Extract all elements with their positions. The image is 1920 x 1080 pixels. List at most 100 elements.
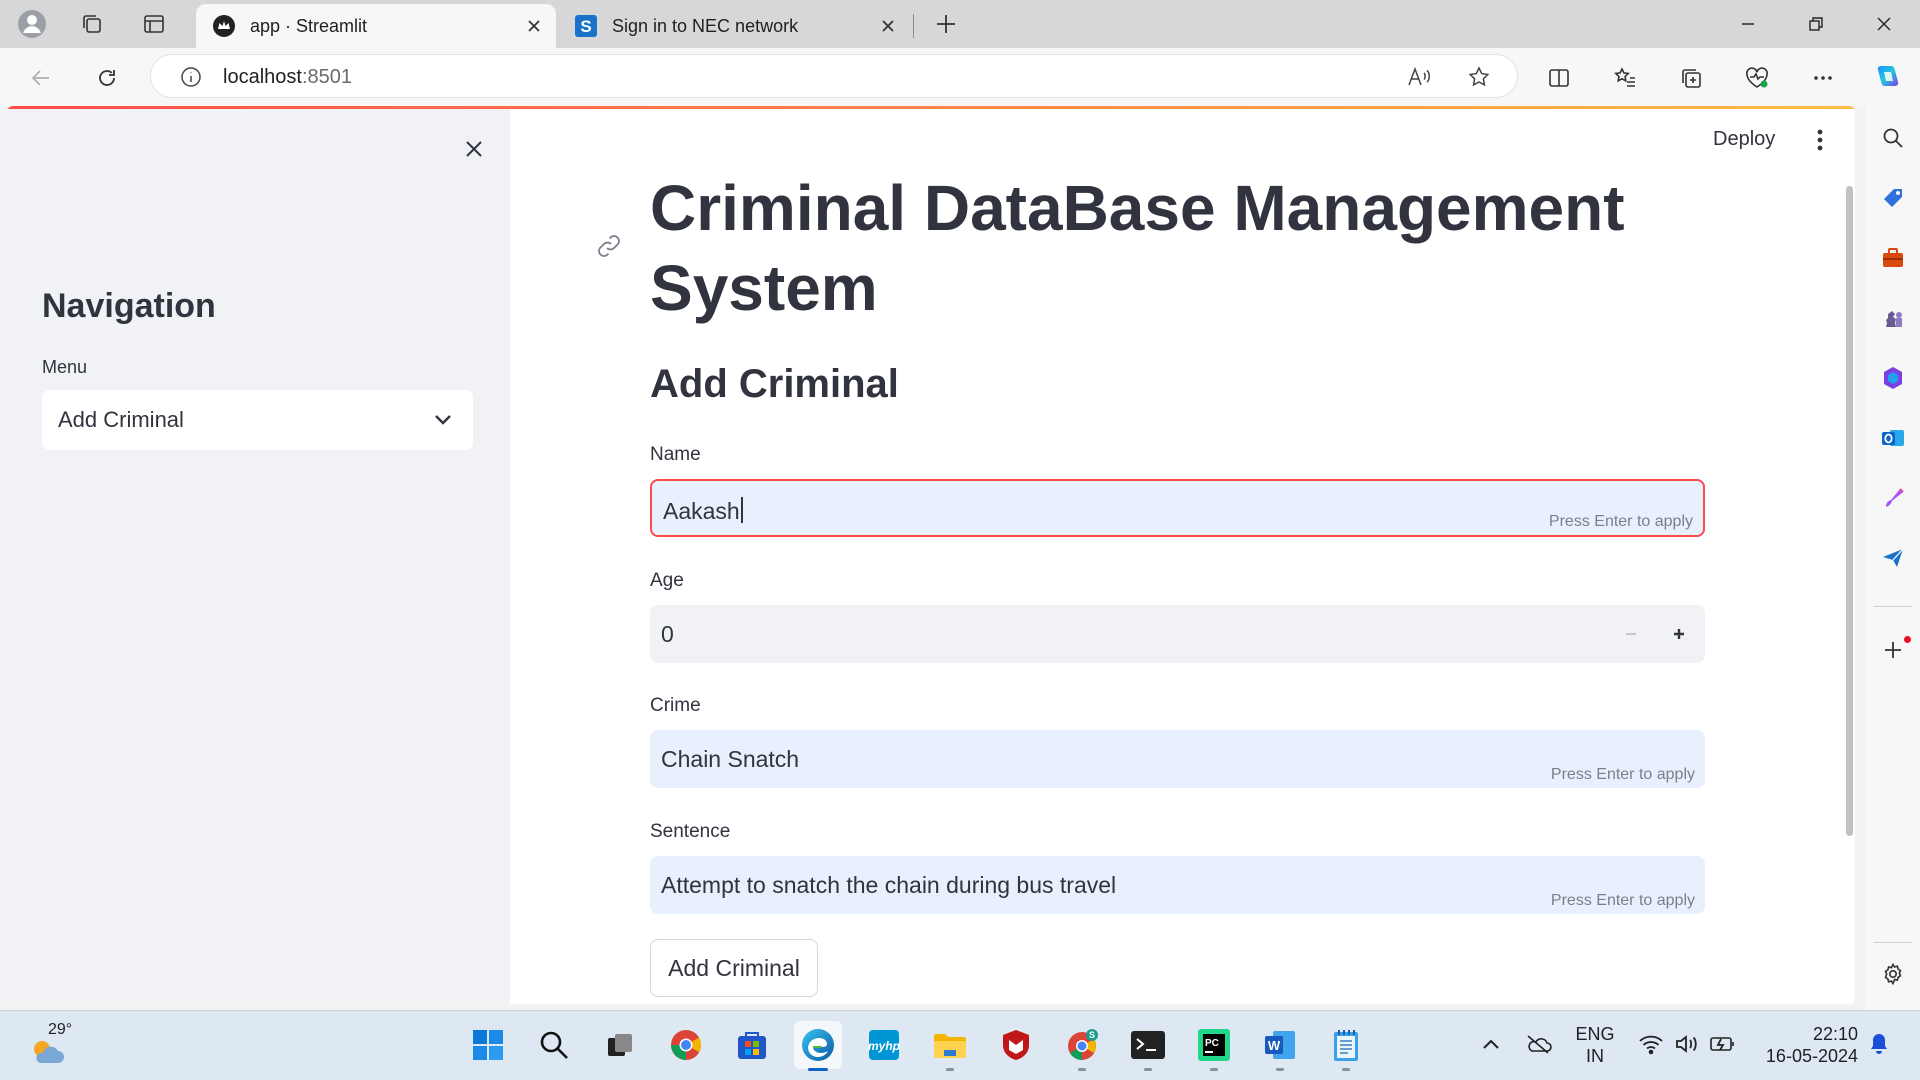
refresh-icon[interactable]: [88, 59, 126, 97]
site-info-icon[interactable]: [173, 59, 209, 95]
running-app-indicator: [946, 1068, 954, 1071]
region-code: IN: [1586, 1046, 1604, 1066]
deploy-button[interactable]: Deploy: [1707, 124, 1781, 155]
link-anchor-icon[interactable]: [593, 230, 625, 262]
sentence-input-value: Attempt to snatch the chain during bus t…: [661, 872, 1117, 898]
word-icon[interactable]: W: [1256, 1021, 1304, 1071]
back-arrow-icon[interactable]: [22, 59, 60, 97]
increment-plus-icon[interactable]: [1664, 619, 1694, 649]
search-icon[interactable]: [1877, 122, 1909, 154]
windows-taskbar: 29° myhp S PC W ENG IN 22:10 16-05-2024: [0, 1010, 1920, 1080]
settings-gear-icon[interactable]: [1877, 958, 1909, 990]
url-port: :8501: [301, 66, 352, 88]
show-hidden-icons-chevron-up-icon[interactable]: [1476, 1029, 1506, 1059]
clock[interactable]: 22:10 16-05-2024: [1748, 1023, 1858, 1067]
sidebar-separator: [1874, 606, 1912, 607]
shopping-tag-icon[interactable]: [1877, 182, 1909, 214]
running-app-indicator: [1144, 1068, 1152, 1071]
task-view-icon[interactable]: [596, 1021, 644, 1069]
svg-text:S: S: [580, 17, 591, 36]
add-criminal-button[interactable]: Add Criminal: [650, 939, 818, 997]
close-tab-icon[interactable]: [876, 14, 900, 38]
page-title: Criminal DataBase Management System: [650, 172, 1625, 324]
crime-input[interactable]: Chain Snatch Press Enter to apply: [650, 730, 1705, 788]
svg-text:W: W: [1268, 1038, 1281, 1053]
running-app-indicator: [1078, 1068, 1086, 1071]
battery-charging-icon[interactable]: [1708, 1029, 1738, 1059]
weather-temperature: 29°: [48, 1021, 73, 1038]
collections-icon[interactable]: [74, 6, 110, 42]
tools-briefcase-icon[interactable]: [1877, 242, 1909, 274]
page-viewport: Navigation Menu Add Criminal Deploy Crim…: [7, 106, 1855, 1004]
running-app-indicator: [1276, 1068, 1284, 1071]
edge-browser-icon[interactable]: [794, 1021, 842, 1071]
vertical-tabs-icon[interactable]: [136, 6, 172, 42]
new-tab-icon[interactable]: [928, 6, 964, 42]
sentence-input[interactable]: Attempt to snatch the chain during bus t…: [650, 856, 1705, 914]
page-scrollbar[interactable]: [1846, 186, 1853, 836]
close-sidebar-icon[interactable]: [458, 133, 490, 165]
browser-essentials-icon[interactable]: [1738, 59, 1776, 97]
file-explorer-icon[interactable]: [926, 1021, 974, 1071]
browser-toolbar: localhost:8501: [0, 48, 1920, 106]
designer-icon[interactable]: [1877, 482, 1909, 514]
pycharm-icon[interactable]: PC: [1190, 1021, 1238, 1071]
wifi-icon[interactable]: [1636, 1029, 1666, 1059]
nec-s-logo-icon: S: [574, 14, 598, 38]
notification-dot: [1904, 636, 1911, 643]
tab-separator: [913, 14, 914, 38]
microsoft-store-icon[interactable]: [728, 1021, 776, 1069]
games-chess-icon[interactable]: [1877, 302, 1909, 334]
svg-text:PC: PC: [1205, 1038, 1219, 1049]
address-bar[interactable]: localhost:8501: [150, 54, 1518, 98]
notepad-icon[interactable]: [1322, 1021, 1370, 1071]
copilot-icon[interactable]: [1868, 59, 1906, 97]
age-number-input[interactable]: 0: [650, 605, 1705, 663]
tab-nec-signin[interactable]: S Sign in to NEC network: [558, 4, 910, 48]
svg-text:myhp: myhp: [868, 1039, 900, 1053]
more-options-icon[interactable]: [1804, 59, 1842, 97]
split-screen-icon[interactable]: [1540, 59, 1578, 97]
favorite-star-icon[interactable]: [1461, 59, 1497, 95]
outlook-icon[interactable]: [1877, 422, 1909, 454]
chrome-profile-icon[interactable]: S: [1058, 1021, 1106, 1071]
streamlit-crown-icon: [212, 14, 236, 38]
minimize-icon[interactable]: [1714, 0, 1782, 48]
close-tab-icon[interactable]: [522, 14, 546, 38]
url-host: localhost: [223, 66, 302, 88]
myhp-icon[interactable]: myhp: [860, 1021, 908, 1069]
crime-input-hint: Press Enter to apply: [1550, 766, 1695, 783]
edge-sidebar: [1866, 106, 1920, 1010]
running-app-indicator: [1210, 1068, 1218, 1071]
name-input-hint: Press Enter to apply: [1548, 513, 1693, 530]
browser-tab-bar: app · Streamlit S Sign in to NEC network: [0, 0, 1920, 48]
notifications-bell-icon[interactable]: [1864, 1029, 1894, 1059]
age-label: Age: [650, 570, 684, 591]
onedrive-offline-icon[interactable]: [1524, 1029, 1554, 1059]
language-code: ENG: [1575, 1024, 1615, 1044]
send-plane-icon[interactable]: [1877, 542, 1909, 574]
read-aloud-icon[interactable]: [1401, 59, 1437, 95]
tab-streamlit-app[interactable]: app · Streamlit: [196, 4, 556, 48]
weather-widget[interactable]: 29°: [26, 1019, 96, 1069]
text-caret: [740, 497, 743, 523]
menu-select[interactable]: Add Criminal: [42, 390, 473, 450]
language-indicator[interactable]: ENG IN: [1572, 1023, 1618, 1067]
microsoft-365-icon[interactable]: [1877, 362, 1909, 394]
collections-add-icon[interactable]: [1672, 59, 1710, 97]
window-close-icon[interactable]: [1850, 0, 1918, 48]
start-windows-icon[interactable]: [464, 1021, 512, 1069]
name-label: Name: [650, 444, 701, 465]
name-input[interactable]: Aakash Press Enter to apply: [650, 479, 1705, 537]
mcafee-icon[interactable]: [992, 1021, 1040, 1069]
taskbar-search-icon[interactable]: [530, 1021, 578, 1069]
profile-icon[interactable]: [14, 6, 50, 42]
chrome-icon[interactable]: [662, 1021, 710, 1069]
volume-icon[interactable]: [1672, 1029, 1702, 1059]
favorites-list-icon[interactable]: [1606, 59, 1644, 97]
decrement-minus-icon[interactable]: [1616, 619, 1646, 649]
name-input-value: Aakash: [663, 498, 740, 524]
restore-icon[interactable]: [1782, 0, 1850, 48]
terminal-icon[interactable]: [1124, 1021, 1172, 1071]
main-menu-icon[interactable]: [1805, 124, 1835, 156]
